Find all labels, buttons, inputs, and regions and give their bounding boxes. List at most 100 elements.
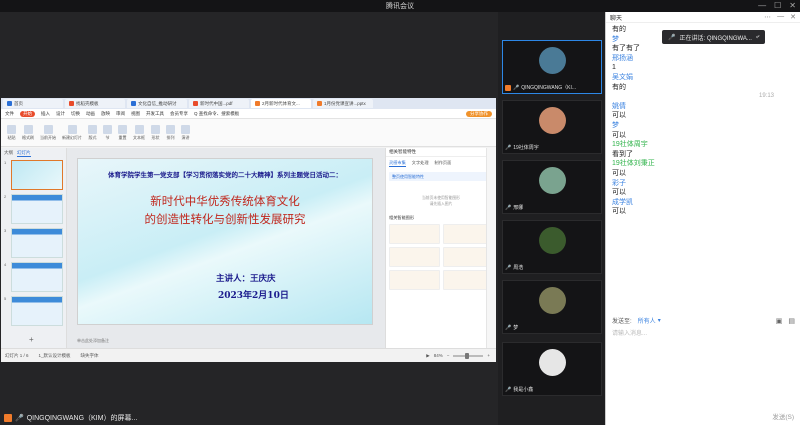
file-icon[interactable]: ▤ [788,317,795,325]
slide-edit-area: 体育学院学生第一党支部【学习贯彻落实党的二十大精神】系列主题党日活动二： 新时代… [67,148,385,348]
panel-tab[interactable]: 文字处理 [412,160,429,167]
slide-thumbnail[interactable]: 3 [4,228,63,258]
add-slide-icon[interactable]: + [29,335,34,344]
menu-transition[interactable]: 切换 [71,111,80,117]
reset-icon [118,124,127,134]
menu-file[interactable]: 文件 [5,111,14,117]
menu-animation[interactable]: 动画 [86,111,95,117]
video-tile[interactable]: 🎤 邢娜 [502,160,602,214]
textbox-icon [134,124,144,134]
ribbon-start-show[interactable]: 当前开始 [40,124,56,141]
smart-graphic-card[interactable] [389,270,440,290]
slide-thumbnail[interactable]: 1 [4,160,63,190]
zoom-slider[interactable] [453,352,484,359]
document-icon [131,101,136,106]
menu-slideshow[interactable]: 放映 [101,111,110,117]
chat-message: 有了有了 [612,45,640,53]
wps-tab[interactable]: 找稻壳模板 [65,99,125,108]
ribbon-new-slide[interactable]: 新建幻灯片 [62,124,82,141]
presenter-name: QINGQINGWANG（KIM）的屏幕... [26,415,138,422]
chat-sender: 成学凯 [612,198,633,206]
minimize-icon[interactable]: — [777,13,784,21]
play-icon[interactable]: ▶ [426,353,429,359]
chat-tools: ▣ ▤ [776,317,795,325]
chat-input[interactable]: 请输入消息... [612,328,795,408]
chat-message: 可以 [612,169,626,177]
panel-banner[interactable]: 整页使用智能特性 [389,172,493,181]
ribbon-paste[interactable]: 粘贴 [7,124,16,141]
image-icon[interactable]: ▣ [776,317,783,325]
chevron-down-icon[interactable]: ▾ [658,317,661,324]
mic-muted-icon: 🎤 [505,204,512,211]
video-tile[interactable]: 🎤 我是小鑫 [502,342,602,396]
menu-view[interactable]: 视图 [131,111,140,117]
wps-tab-active[interactable]: 2月新时代体育文... [251,99,311,108]
paste-icon [7,124,16,134]
menu-member[interactable]: 会员专享 [170,111,188,117]
smart-graphic-card[interactable] [389,247,440,267]
video-tile[interactable]: 🎤 周浩 [502,220,602,274]
menu-design[interactable]: 设计 [56,111,65,117]
maximize-icon[interactable]: ☐ [774,1,781,10]
host-icon [4,414,12,422]
command-search[interactable]: Q 查找命令、搜索模板 [194,111,239,117]
close-icon[interactable]: ✕ [789,1,796,10]
ribbon-reset[interactable]: 重置 [118,124,127,141]
slide-thumbnail[interactable]: 4 [4,262,63,292]
slide-thumbnail[interactable]: 5 [4,296,63,326]
menu-insert[interactable]: 插入 [41,111,50,117]
chat-message: 可以 [612,131,626,139]
minimize-icon[interactable]: — [758,1,766,10]
ribbon-format-painter[interactable]: 格式刷 [22,124,34,141]
wps-tab[interactable]: 1月份党课宣讲...pptx [313,99,373,108]
share-collab-button[interactable]: 分享协作 [466,110,492,117]
ribbon-arrange[interactable]: 排列 [166,124,175,141]
notes-placeholder[interactable]: 单击此处添加备注 [77,338,109,344]
slide-thumbnail[interactable]: 2 [4,194,63,224]
chat-sender: 邢扬涵 [612,54,633,62]
chat-header: 聊天 ⋯ — ✕ [606,12,800,23]
video-tile[interactable]: 🎤 QINGQINGWANG（KI... [502,40,602,94]
mic-muted-icon: 🎤 [505,144,512,151]
ppt-icon [317,101,322,106]
wps-tab[interactable]: 文化自信_推动研讨 [127,99,187,108]
send-to-label: 发送至: [612,319,632,325]
chat-header-controls: ⋯ — ✕ [764,13,796,21]
mic-icon: 🎤 [15,415,24,422]
ribbon-shape[interactable]: 形状 [151,124,160,141]
panel-tab[interactable]: 制作页面 [435,160,452,167]
wps-tab-home[interactable]: 首页 [3,99,63,108]
ribbon-section[interactable]: 节 [103,124,112,141]
chat-message: 可以 [612,189,626,197]
more-icon[interactable]: ⋯ [764,13,771,21]
pin-icon[interactable]: ⤶ [756,34,759,41]
menu-review[interactable]: 审阅 [116,111,125,117]
missing-font[interactable]: 缺失字体 [81,353,99,359]
thumbnail-image [11,228,63,258]
zoom-level: 84% [433,353,443,358]
zoom-out-icon[interactable]: − [447,353,450,358]
speech-icon [181,124,190,134]
send-button[interactable]: 发送(S) [772,411,794,421]
menu-developer[interactable]: 开发工具 [146,111,164,117]
close-icon[interactable]: ✕ [790,13,796,21]
video-tile[interactable]: 🎤 19社体周宇 [502,100,602,154]
tab-slides[interactable]: 幻灯片 [17,150,31,157]
send-target-dropdown[interactable]: 所有人 [638,316,656,325]
tab-outline[interactable]: 大纲 [4,150,13,157]
mic-icon: 🎤 [668,34,676,41]
panel-tab[interactable]: 灵感市集 [389,160,406,167]
ribbon-layout[interactable]: 版式 [88,124,97,141]
chat-title: 聊天 [610,15,623,22]
menu-start[interactable]: 开始 [20,110,35,117]
ribbon-textbox[interactable]: 文本框 [133,124,145,141]
zoom-in-icon[interactable]: + [487,353,490,358]
avatar [539,107,566,134]
slide-title-line2: 的创造性转化与创新性发展研究 [144,212,306,226]
video-tile[interactable]: 🎤 梦 [502,280,602,334]
current-slide[interactable]: 体育学院学生第一党支部【学习贯彻落实党的二十大精神】系列主题党日活动二： 新时代… [77,158,373,325]
home-icon [7,101,12,106]
smart-graphic-card[interactable] [389,224,440,244]
ribbon-speech[interactable]: 演讲 [181,124,190,141]
wps-tab[interactable]: 新时代中国...pdf [189,99,249,108]
